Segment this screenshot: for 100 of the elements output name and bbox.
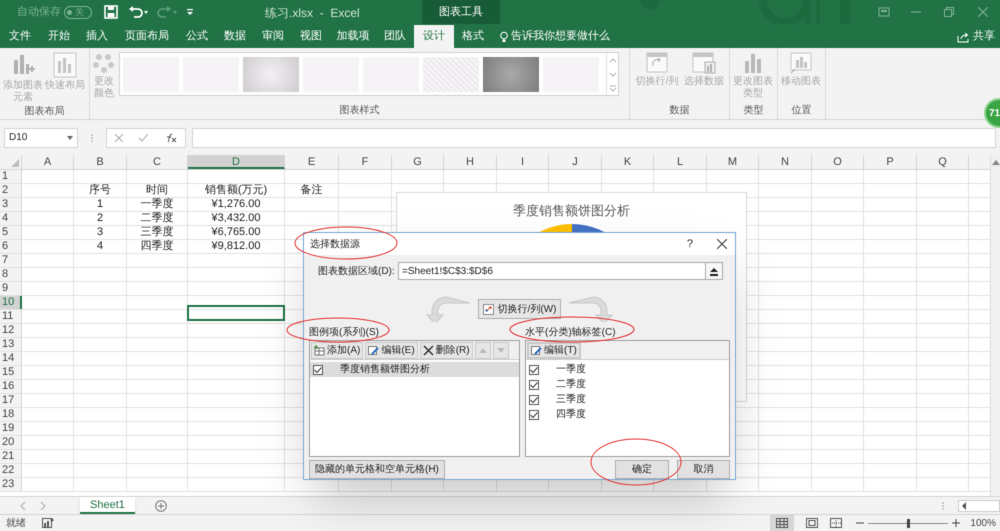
edit-button[interactable]: 编辑(T) bbox=[527, 342, 581, 358]
row-header[interactable]: 23 bbox=[0, 478, 22, 491]
row-header[interactable]: 14 bbox=[0, 352, 22, 365]
previous-sheet-icon[interactable] bbox=[20, 502, 26, 510]
help-button[interactable]: ? bbox=[686, 236, 693, 252]
selected-cell[interactable] bbox=[187, 305, 285, 321]
column-header[interactable]: B bbox=[74, 155, 127, 169]
chart-style-thumbnail[interactable] bbox=[243, 56, 299, 92]
row-header[interactable]: 18 bbox=[0, 408, 22, 421]
ribbon-tab[interactable]: 公式 bbox=[178, 25, 216, 48]
ribbon-display-icon[interactable] bbox=[878, 7, 890, 17]
checkbox[interactable] bbox=[313, 364, 323, 374]
page-break-icon[interactable] bbox=[830, 518, 842, 528]
column-header[interactable]: L bbox=[654, 155, 707, 169]
ok-button[interactable]: 确定 bbox=[615, 460, 669, 479]
ribbon-tab[interactable]: 文件 bbox=[0, 25, 40, 48]
move-down-button[interactable] bbox=[492, 342, 509, 358]
row-header[interactable]: 21 bbox=[0, 450, 22, 463]
cancel-icon[interactable] bbox=[115, 134, 124, 142]
insert-function-button[interactable] bbox=[164, 132, 177, 142]
column-header[interactable]: P bbox=[864, 155, 917, 169]
formula-field[interactable] bbox=[192, 128, 996, 148]
ribbon-tab[interactable]: 开始 bbox=[40, 25, 78, 48]
redo-icon[interactable] bbox=[156, 5, 178, 19]
row-header[interactable]: 20 bbox=[0, 436, 22, 449]
checkbox[interactable] bbox=[529, 380, 539, 390]
add-button[interactable]: 添加(A) bbox=[311, 342, 364, 358]
row-header[interactable]: 3 bbox=[0, 198, 22, 211]
column-header[interactable]: A bbox=[22, 155, 74, 169]
ribbon-tab[interactable]: 数据 bbox=[216, 25, 254, 48]
list-item[interactable]: 季度销售额饼图分析 bbox=[310, 362, 519, 377]
checkbox[interactable] bbox=[529, 364, 539, 374]
ribbon-tab[interactable]: 加载项 bbox=[330, 25, 376, 48]
row-header[interactable]: 8 bbox=[0, 268, 22, 281]
vertical-scrollbar[interactable] bbox=[990, 155, 1000, 496]
row-header[interactable]: 4 bbox=[0, 212, 22, 225]
save-icon[interactable] bbox=[104, 5, 118, 19]
zoom-in-icon[interactable] bbox=[952, 519, 960, 527]
column-header[interactable]: I bbox=[497, 155, 549, 169]
ribbon-tab[interactable]: 视图 bbox=[292, 25, 330, 48]
collapse-button[interactable] bbox=[706, 262, 723, 280]
zoom-level[interactable]: 100% bbox=[970, 516, 996, 530]
share-button[interactable]: 共享 bbox=[957, 25, 995, 48]
ribbon-tab[interactable]: 页面布局 bbox=[116, 25, 178, 48]
list-item[interactable]: 三季度 bbox=[526, 392, 729, 407]
close-icon[interactable] bbox=[978, 7, 988, 17]
column-header[interactable]: G bbox=[392, 155, 444, 169]
row-header[interactable]: 17 bbox=[0, 394, 22, 407]
select-all-icon[interactable] bbox=[11, 159, 19, 167]
row-header[interactable]: 15 bbox=[0, 366, 22, 379]
macro-record-icon[interactable] bbox=[42, 518, 54, 528]
customize-icon[interactable] bbox=[186, 7, 194, 17]
column-header[interactable]: N bbox=[759, 155, 812, 169]
zoom-slider-thumb[interactable] bbox=[906, 518, 910, 528]
row-header[interactable]: 5 bbox=[0, 226, 22, 239]
column-header[interactable]: Q bbox=[917, 155, 969, 169]
range-field[interactable]: =Sheet1!$C$3:$D$6 bbox=[398, 262, 706, 280]
sheet-tab[interactable]: Sheet1 bbox=[80, 497, 135, 514]
ribbon-tab[interactable]: 团队 bbox=[376, 25, 414, 48]
checkbox[interactable] bbox=[529, 410, 539, 420]
row-header[interactable]: 10 bbox=[0, 296, 22, 309]
switch-row-column-button[interactable]: 切换行/列(W) bbox=[478, 299, 562, 319]
row-header[interactable]: 16 bbox=[0, 380, 22, 393]
column-header[interactable]: J bbox=[549, 155, 602, 169]
column-header[interactable]: E bbox=[285, 155, 339, 169]
undo-icon[interactable] bbox=[128, 5, 150, 19]
edit-button[interactable]: 编辑(E) bbox=[365, 342, 418, 358]
row-header[interactable]: 6 bbox=[0, 240, 22, 253]
tell-me-field[interactable]: 告诉我你想要做什么 bbox=[511, 28, 610, 45]
checkbox[interactable] bbox=[529, 394, 539, 404]
add-sheet-icon[interactable] bbox=[154, 500, 167, 512]
gallery-down-icon[interactable] bbox=[608, 70, 618, 78]
row-header[interactable]: 1 bbox=[0, 170, 22, 183]
list-item[interactable]: 一季度 bbox=[526, 362, 729, 377]
ribbon-tab[interactable]: 格式 bbox=[454, 25, 492, 48]
row-header[interactable]: 22 bbox=[0, 464, 22, 477]
list-item[interactable]: 四季度 bbox=[526, 407, 729, 422]
row-header[interactable]: 2 bbox=[0, 184, 22, 197]
column-header[interactable]: D bbox=[188, 155, 285, 169]
row-header[interactable]: 7 bbox=[0, 254, 22, 267]
cancel-button[interactable]: 取消 bbox=[677, 460, 730, 479]
chart-style-thumbnail[interactable] bbox=[483, 56, 539, 92]
column-header[interactable]: O bbox=[812, 155, 864, 169]
ribbon-tab[interactable]: 审阅 bbox=[254, 25, 292, 48]
row-header[interactable]: 19 bbox=[0, 422, 22, 435]
row-header[interactable]: 13 bbox=[0, 338, 22, 351]
close-button[interactable] bbox=[715, 237, 729, 251]
next-sheet-icon[interactable] bbox=[40, 502, 46, 510]
move-up-button[interactable] bbox=[474, 342, 491, 358]
column-header[interactable]: K bbox=[602, 155, 654, 169]
hidden-cells-button[interactable]: 隐藏的单元格和空单元格(H) bbox=[309, 460, 445, 479]
restore-icon[interactable] bbox=[944, 7, 954, 17]
delete-button[interactable]: 删除(R) bbox=[420, 342, 473, 358]
ribbon-tab[interactable]: 设计 bbox=[414, 25, 454, 48]
page-layout-icon[interactable] bbox=[806, 518, 818, 528]
gallery-more-icon[interactable] bbox=[608, 84, 618, 92]
ribbon-tab[interactable]: 插入 bbox=[78, 25, 116, 48]
gallery-up-icon[interactable] bbox=[608, 56, 618, 64]
list-item[interactable]: 二季度 bbox=[526, 377, 729, 392]
normal-view-button[interactable] bbox=[770, 514, 794, 531]
